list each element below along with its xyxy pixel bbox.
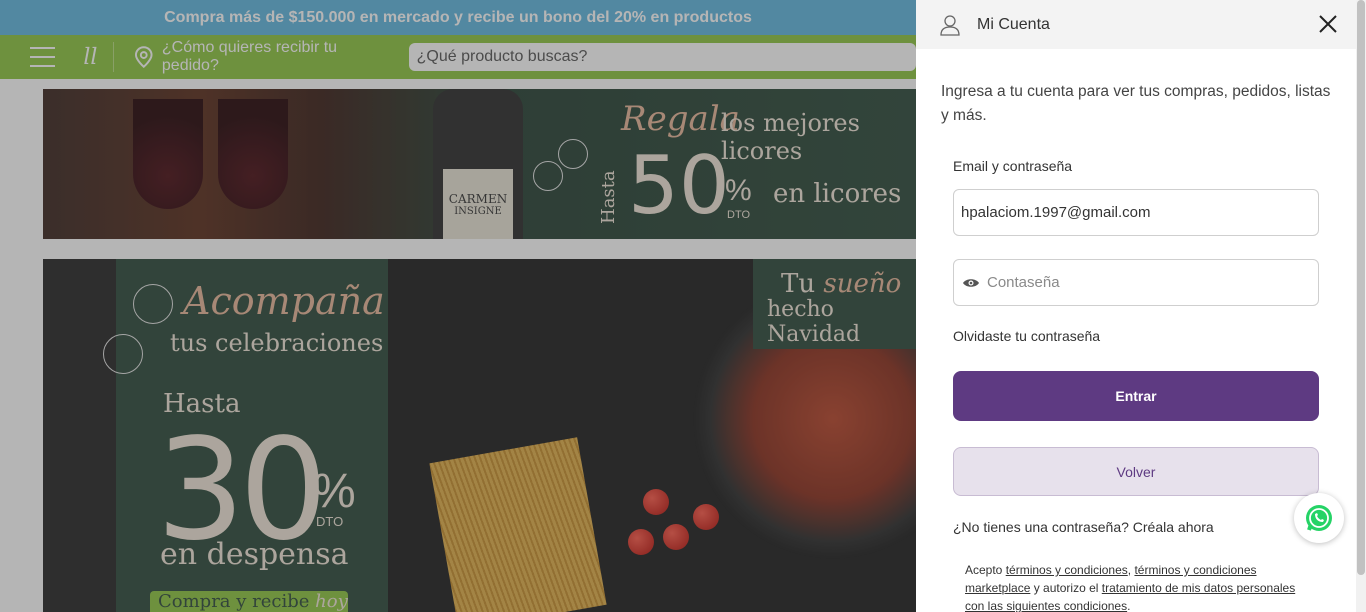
login-button[interactable]: Entrar [953, 371, 1319, 421]
forgot-password-link[interactable]: Olvidaste tu contraseña [953, 328, 1100, 344]
terms-text: Acepto términos y condiciones, términos … [965, 563, 1296, 612]
close-icon[interactable] [1316, 12, 1340, 36]
eye-icon[interactable] [962, 277, 980, 289]
signup-link[interactable]: ¿No tienes una contraseña? Créala ahora [953, 519, 1214, 535]
password-field[interactable] [987, 274, 1307, 291]
modal-overlay[interactable] [0, 0, 916, 612]
whatsapp-button[interactable] [1294, 493, 1344, 543]
whatsapp-icon [1306, 505, 1332, 531]
drawer-title: Mi Cuenta [977, 15, 1050, 33]
terms-link[interactable]: términos y condiciones [1006, 563, 1128, 577]
account-drawer: Mi Cuenta Ingresa a tu cuenta para ver t… [916, 0, 1356, 612]
password-field-wrapper [953, 259, 1319, 306]
back-button[interactable]: Volver [953, 447, 1319, 496]
scrollbar-thumb[interactable] [1357, 0, 1365, 575]
drawer-intro: Ingresa a tu cuenta para ver tus compras… [941, 83, 1331, 124]
page: Compra más de $150.000 en mercado y reci… [0, 0, 1366, 612]
email-field[interactable] [953, 189, 1319, 236]
credentials-label: Email y contraseña [953, 158, 1073, 174]
drawer-header: Mi Cuenta [916, 0, 1356, 49]
user-icon [940, 14, 960, 36]
